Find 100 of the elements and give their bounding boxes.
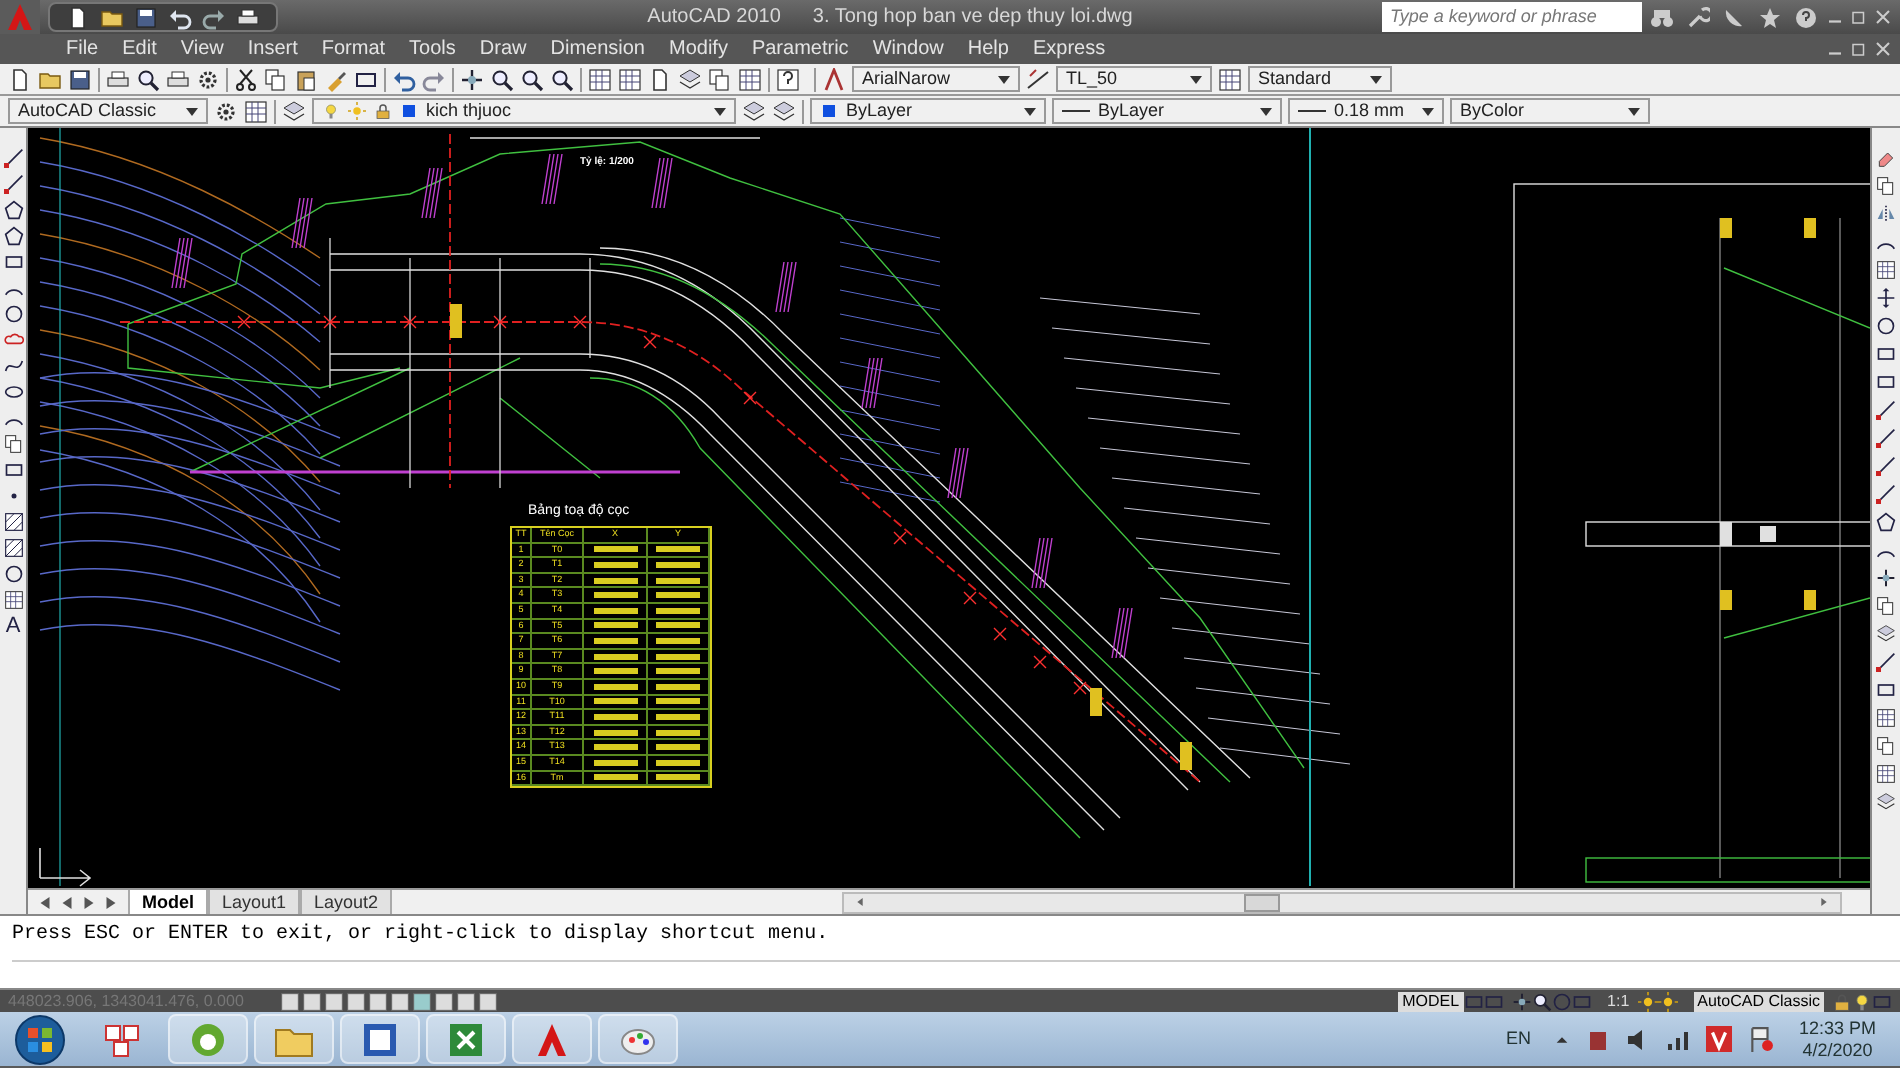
table-icon[interactable] [3,590,23,610]
taskbar-app-button[interactable] [598,1014,678,1064]
line-icon[interactable] [3,148,23,168]
line-icon[interactable] [3,174,23,194]
lineweight-dropdown[interactable]: 0.18 mm [1288,98,1444,124]
lineweight-toggle-icon[interactable] [456,991,476,1011]
light-bulb-icon[interactable] [322,102,340,120]
first-tab-arrow-icon[interactable] [36,893,54,911]
flag-icon[interactable] [1748,1026,1775,1052]
menu-item[interactable]: Modify [659,34,738,64]
pan-icon[interactable] [460,67,484,91]
text-tool[interactable]: A [5,616,21,638]
copy-icon[interactable] [1876,176,1896,196]
menu-item[interactable]: File [56,34,109,64]
layer-color-swatch-icon[interactable] [400,102,418,120]
plot-style-dropdown[interactable]: ByColor [1450,98,1650,124]
paste-icon[interactable] [294,67,318,91]
lock-icon[interactable] [374,102,392,120]
wrench-icon[interactable] [1686,5,1710,29]
table-icon[interactable] [1876,764,1896,784]
polygon-icon[interactable] [3,226,23,246]
close-icon[interactable] [1874,40,1892,58]
layout-tab[interactable]: Layout2 [300,889,393,915]
polyline-icon[interactable] [3,200,23,220]
next-tab-arrow-icon[interactable] [80,893,98,911]
scroll-right-icon[interactable] [1816,894,1832,910]
match-properties-icon[interactable] [324,67,348,91]
object-snap-toggle-icon[interactable] [368,991,388,1011]
table-style-dropdown[interactable]: Standard [1248,66,1392,92]
menu-item[interactable]: Format [311,34,396,64]
star-icon[interactable] [1758,5,1782,29]
workspace-grid-icon[interactable] [244,99,268,123]
snap-toggle-icon[interactable] [280,991,300,1011]
print-preview-icon[interactable] [136,67,160,91]
menu-item[interactable]: Edit [112,34,167,64]
scroll-thumb[interactable] [1244,893,1280,911]
lock-icon[interactable] [1832,991,1852,1011]
menu-item[interactable]: Insert [237,34,308,64]
workspace-switch[interactable]: AutoCAD Classic [1693,991,1824,1011]
move-icon[interactable] [1876,288,1896,308]
horizontal-scrollbar[interactable] [842,891,1842,913]
layer-previous-icon[interactable] [742,99,766,123]
binoculars-icon[interactable] [1650,5,1674,29]
taskbar-app-button[interactable] [168,1014,248,1064]
print-icon[interactable] [236,5,260,29]
new-file-icon[interactable] [66,5,90,29]
menu-item[interactable]: Express [1022,34,1116,64]
menu-item[interactable]: Help [957,34,1019,64]
model-space-toggle[interactable]: MODEL [1398,991,1464,1011]
dynamic-input-toggle-icon[interactable] [434,991,454,1011]
table-style-icon[interactable] [1218,67,1242,91]
search-field[interactable]: Type a keyword or phrase [1382,2,1642,32]
signal-bars-icon[interactable] [1666,1027,1691,1051]
rectangle-icon[interactable] [3,252,23,272]
menu-item[interactable]: Draw [469,34,537,64]
clock-date[interactable]: 4/2/2020 [1802,1039,1873,1061]
circle-icon[interactable] [3,304,23,324]
ortho-toggle-icon[interactable] [324,991,344,1011]
revision-cloud-icon[interactable] [3,330,23,350]
scroll-left-icon[interactable] [852,894,868,910]
color-dropdown[interactable]: ByLayer [810,98,1046,124]
layout-tab[interactable]: Model [128,889,208,915]
save-icon[interactable] [134,5,158,29]
color-swatch-icon[interactable] [820,102,838,120]
menu-item[interactable]: Parametric [741,34,859,64]
satellite-dish-icon[interactable] [1722,5,1746,29]
grid-toggle-icon[interactable] [302,991,322,1011]
menu-item[interactable]: View [170,34,234,64]
quick-properties-toggle-icon[interactable] [478,991,498,1011]
save-icon[interactable] [68,67,92,91]
layer-dropdown[interactable]: kich thjuoc [312,98,736,124]
redo-icon[interactable] [202,5,226,29]
menu-item[interactable]: Window [862,34,954,64]
previous-tab-arrow-icon[interactable] [58,893,76,911]
menu-item[interactable]: Tools [399,34,466,64]
close-icon[interactable] [1874,8,1892,26]
v-badge-icon[interactable] [1706,1026,1733,1052]
layer-states-icon[interactable] [772,99,796,123]
clock-time[interactable]: 12:33 PM [1798,1017,1876,1039]
pan-icon[interactable] [1511,991,1532,1011]
open-folder-icon[interactable] [100,5,124,29]
mirror-icon[interactable] [1876,204,1896,224]
start-button-icon[interactable] [14,1013,66,1065]
print-icon[interactable] [106,67,130,91]
redo-icon[interactable] [422,67,446,91]
dimension-style-dropdown[interactable]: TL_50 [1056,66,1212,92]
dimension-style-icon[interactable] [1026,67,1050,91]
polar-toggle-icon[interactable] [346,991,366,1011]
zoom-window-icon[interactable] [520,67,544,91]
help-icon[interactable] [1794,5,1818,29]
zoom-previous-icon[interactable] [550,67,574,91]
array-icon[interactable] [1876,260,1896,280]
menu-item[interactable]: Dimension [540,34,655,64]
cut-icon[interactable] [234,67,258,91]
undo-icon[interactable] [168,5,192,29]
taskbar-app-button[interactable] [512,1014,592,1064]
taskbar-app-button[interactable] [340,1014,420,1064]
layers-icon[interactable] [1876,792,1896,812]
undo-icon[interactable] [392,67,416,91]
workspace-dropdown[interactable]: AutoCAD Classic [8,98,208,124]
